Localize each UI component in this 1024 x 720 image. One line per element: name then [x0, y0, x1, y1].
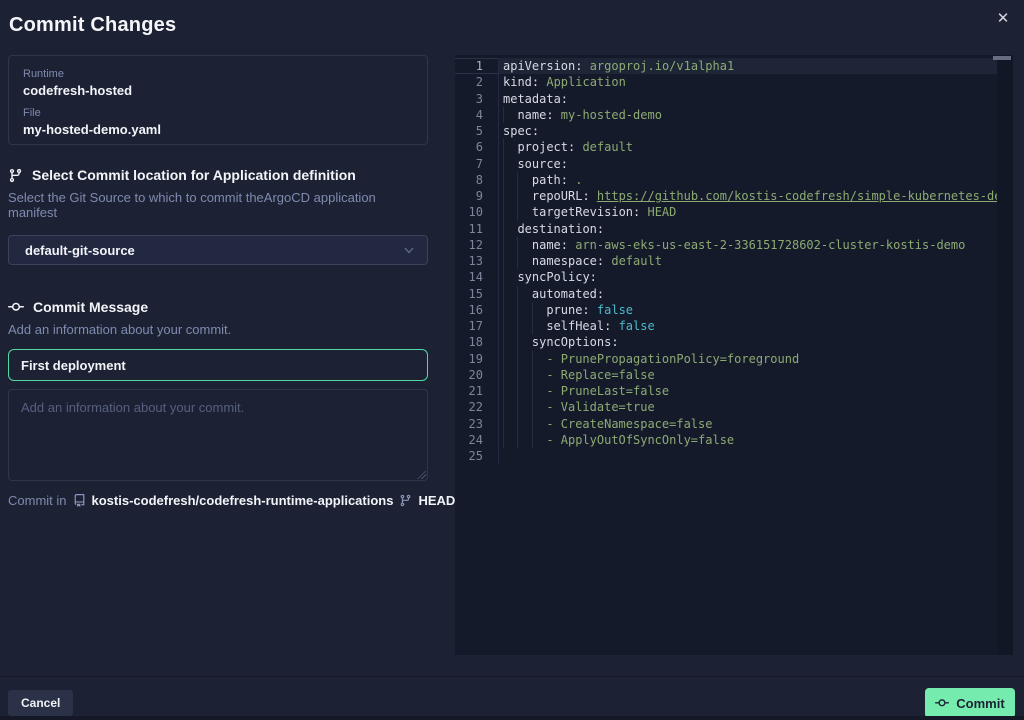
- page-title: Commit Changes: [9, 14, 177, 36]
- commit-target-row: Commit in kostis-codefresh/codefresh-run…: [8, 493, 455, 508]
- yaml-editor[interactable]: 1 apiVersion: argoproj.io/v1alpha1 2 kind: …: [455, 55, 1013, 655]
- code-line: 14 syncPolicy:: [455, 269, 1013, 285]
- code-line: 2 kind: Application: [455, 74, 1013, 90]
- code-line: 8 path: .: [455, 172, 1013, 188]
- commit-button-icon: [935, 696, 950, 710]
- commit-button[interactable]: Commit: [925, 688, 1015, 718]
- file-label: File: [23, 107, 41, 119]
- commit-button-label: Commit: [956, 695, 1005, 711]
- code-line: 16 prune: false: [455, 302, 1013, 318]
- code-line: 7 source:: [455, 156, 1013, 172]
- code-line: 4 name: my-hosted-demo: [455, 107, 1013, 123]
- code-line: 3 metadata:: [455, 91, 1013, 107]
- commit-in-label: Commit in: [8, 493, 67, 508]
- runtime-file-info-box: Runtime codefresh-hosted File my-hosted-…: [8, 55, 428, 145]
- chevron-down-icon: [403, 244, 415, 256]
- cancel-button[interactable]: Cancel: [8, 690, 74, 716]
- editor-scrollbar-thumb[interactable]: [993, 56, 1011, 60]
- footer: Cancel Commit: [0, 677, 1024, 718]
- git-source-selected: default-git-source: [25, 242, 135, 258]
- code-line: 1 apiVersion: argoproj.io/v1alpha1: [455, 58, 1013, 75]
- code-line: 23 - CreateNamespace=false: [455, 416, 1013, 432]
- git-source-subtitle: Select the Git Source to which to commit…: [8, 190, 376, 220]
- commit-form: Runtime codefresh-hosted File my-hosted-…: [8, 55, 455, 508]
- code-line: 25: [455, 448, 1013, 464]
- code-line: 9 repoURL: https://github.com/kostis-cod…: [455, 188, 1013, 204]
- code-line: 13 namespace: default: [455, 253, 1013, 269]
- editor-scrollbar-track[interactable]: [997, 55, 1013, 655]
- commit-message-heading: Commit Message: [8, 299, 428, 315]
- commit-message-input[interactable]: [8, 349, 428, 381]
- branch-ref-icon: [399, 494, 412, 507]
- runtime-value: codefresh-hosted: [23, 83, 133, 98]
- code-line: 22 - Validate=true: [455, 399, 1013, 415]
- commit-message-subtitle: Add an information about your commit.: [8, 322, 232, 337]
- code-line: 20 - Replace=false: [455, 367, 1013, 383]
- code-line: 24 - ApplyOutOfSyncOnly=false: [455, 432, 1013, 448]
- code-line: 18 syncOptions:: [455, 334, 1013, 350]
- code-line: 19 - PrunePropagationPolicy=foreground: [455, 351, 1013, 367]
- code-line: 21 - PruneLast=false: [455, 383, 1013, 399]
- code-line: 10 targetRevision: HEAD: [455, 204, 1013, 220]
- commit-target-ref: HEAD: [418, 493, 456, 508]
- git-source-heading-label: Select Commit location for Application d…: [32, 167, 356, 183]
- code-line: 6 project: default: [455, 139, 1013, 155]
- repo-icon: [73, 494, 86, 507]
- close-icon[interactable]: ✕: [992, 7, 1014, 29]
- git-source-dropdown[interactable]: default-git-source: [8, 235, 428, 265]
- code-line: 17 selfHeal: false: [455, 318, 1013, 334]
- commit-message-heading-label: Commit Message: [33, 299, 149, 315]
- code-line: 15 automated:: [455, 286, 1013, 302]
- code-line: 5 spec:: [455, 123, 1013, 139]
- textarea-resize-handle[interactable]: [417, 470, 426, 479]
- code-lines: 1 apiVersion: argoproj.io/v1alpha1 2 kind: …: [455, 58, 1013, 464]
- git-source-heading: Select Commit location for Application d…: [8, 167, 428, 183]
- git-branch-icon: [8, 168, 23, 183]
- git-commit-icon: [8, 299, 24, 315]
- file-value: my-hosted-demo.yaml: [23, 122, 161, 137]
- runtime-label: Runtime: [23, 68, 64, 80]
- commit-description-textarea[interactable]: [8, 389, 428, 481]
- commit-target-repo: kostis-codefresh/codefresh-runtime-appli…: [91, 493, 394, 508]
- modal-bottom-edge: [0, 716, 1024, 720]
- code-line: 11 destination:: [455, 221, 1013, 237]
- code-line: 12 name: arn-aws-eks-us-east-2-336151728…: [455, 237, 1013, 253]
